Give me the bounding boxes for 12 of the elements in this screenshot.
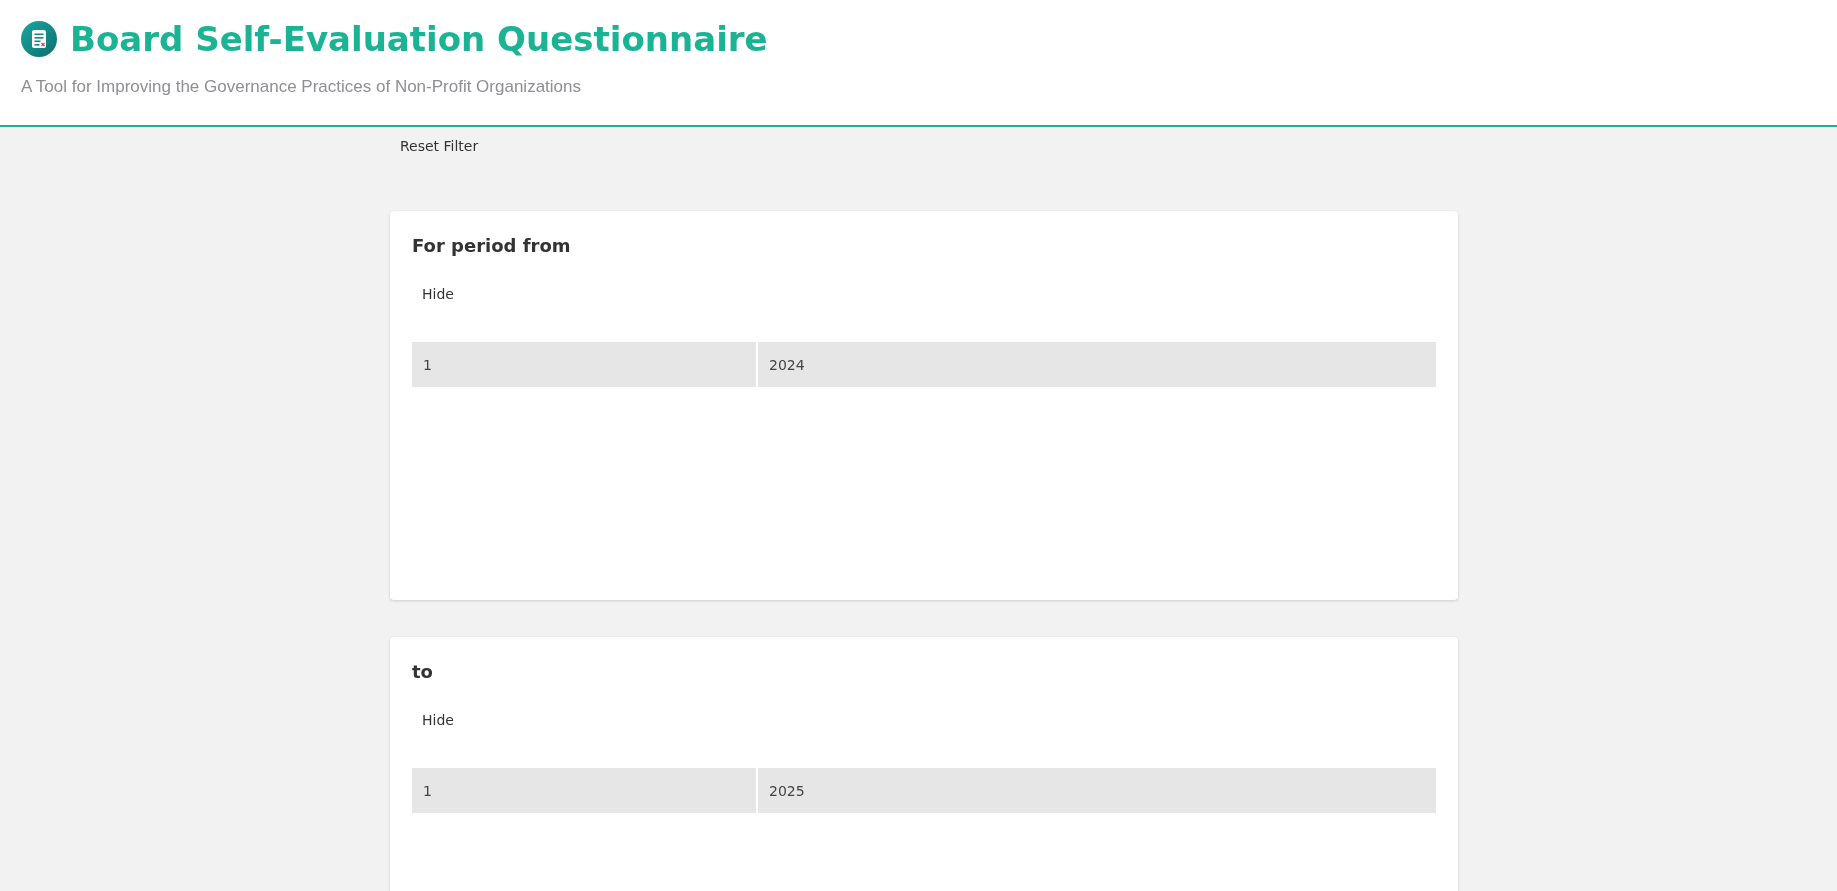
reset-filter-button[interactable]: Reset Filter <box>390 136 489 156</box>
page-title: Board Self-Evaluation Questionnaire <box>70 20 768 58</box>
hide-toggle[interactable]: Hide <box>412 702 464 738</box>
table-cell: 1 <box>412 342 757 387</box>
card-title: to <box>412 660 434 684</box>
hide-toggle[interactable]: Hide <box>412 276 464 312</box>
table-cell: 2025 <box>757 768 1436 813</box>
table-cell: 1 <box>412 768 757 813</box>
card-title: For period from <box>412 234 572 258</box>
document-list-icon <box>21 21 57 57</box>
table-cell: 2024 <box>757 342 1436 387</box>
page-subtitle: A Tool for Improving the Governance Practices of Non-Profit Organizations <box>21 77 582 97</box>
